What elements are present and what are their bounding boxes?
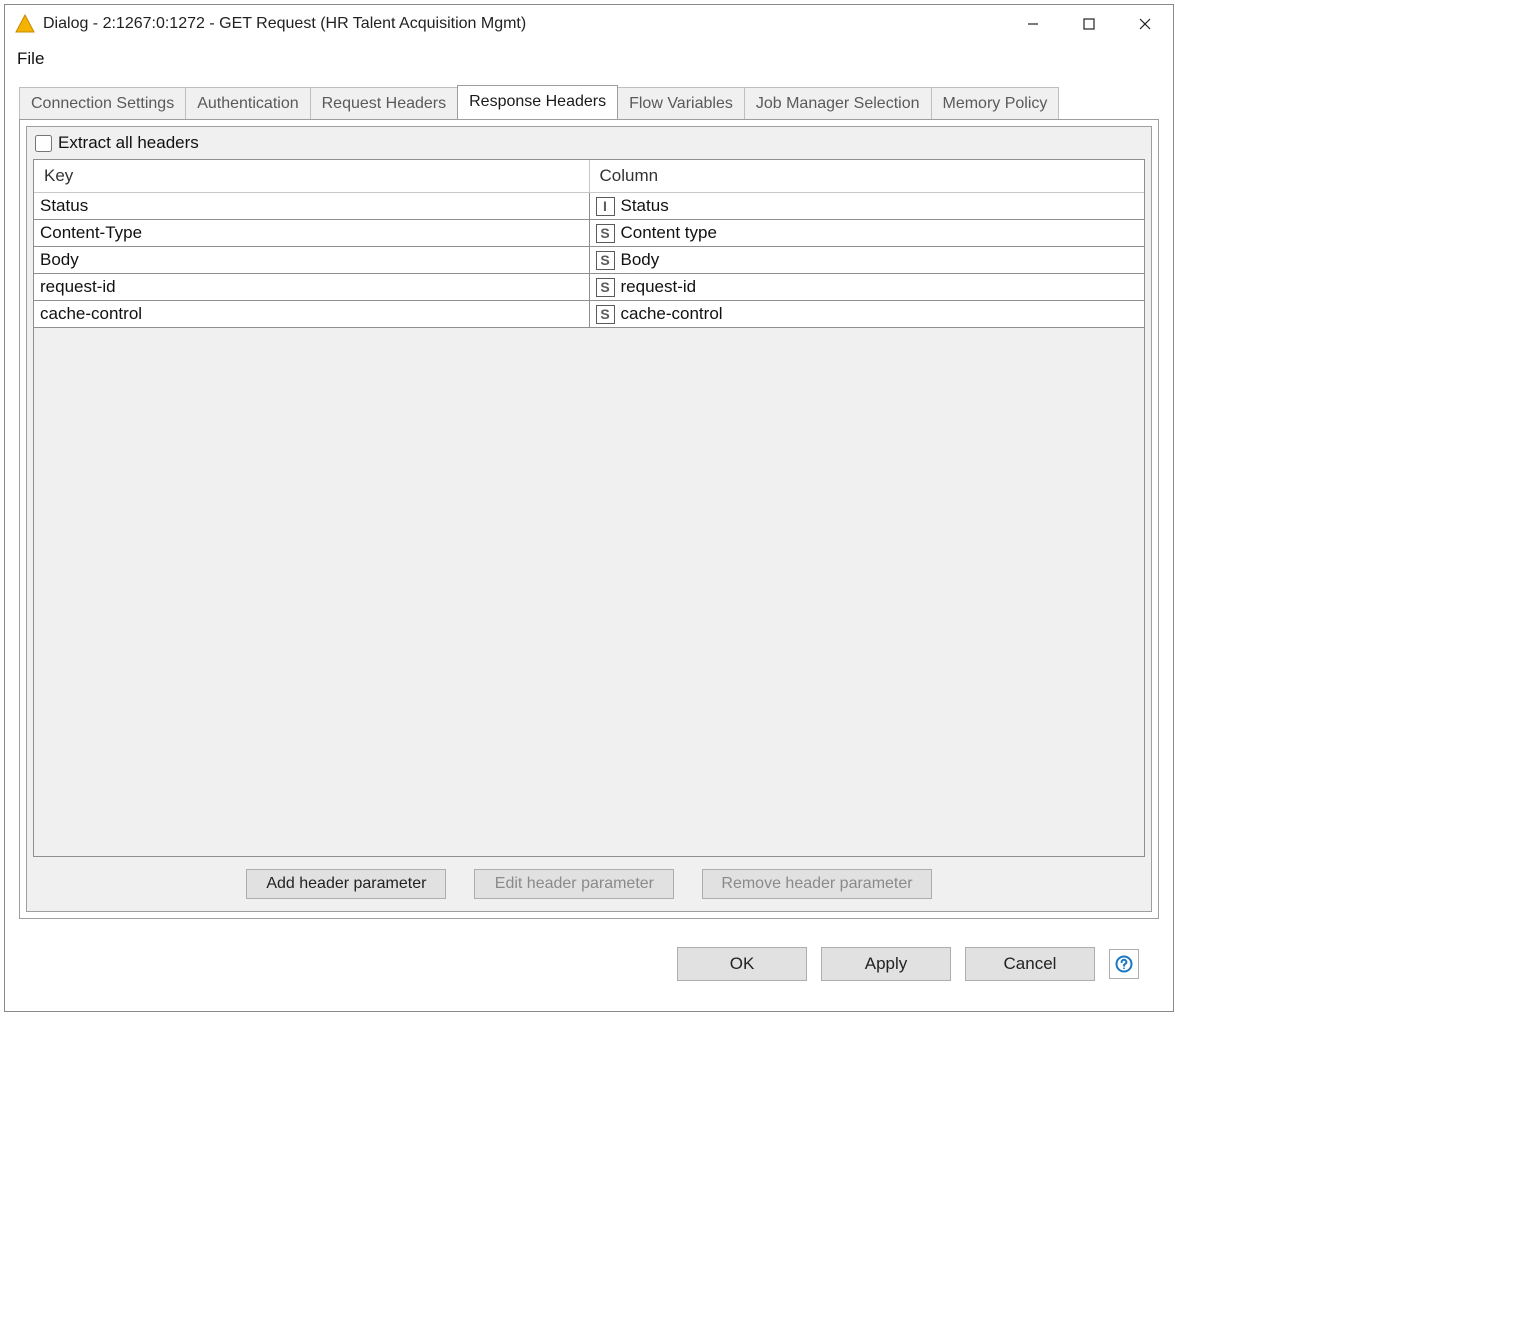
remove-header-parameter-button[interactable]: Remove header parameter xyxy=(702,869,931,899)
cell-key: Content-Type xyxy=(34,220,589,247)
cell-key: Body xyxy=(34,247,589,274)
edit-header-parameter-button[interactable]: Edit header parameter xyxy=(474,869,674,899)
tab-connection-settings[interactable]: Connection Settings xyxy=(19,87,186,120)
type-badge-icon: S xyxy=(596,278,615,297)
app-icon xyxy=(15,14,35,34)
table-row[interactable]: Body S Body xyxy=(34,247,1144,274)
cell-column: Srequest-id xyxy=(589,274,1144,301)
cell-key: cache-control xyxy=(34,301,589,328)
add-header-parameter-button[interactable]: Add header parameter xyxy=(246,869,446,899)
window-controls xyxy=(1005,5,1173,43)
table-row[interactable]: request-idSrequest-id xyxy=(34,274,1144,301)
close-button[interactable] xyxy=(1117,5,1173,43)
tab-request-headers[interactable]: Request Headers xyxy=(310,87,459,120)
cell-column-label: Status xyxy=(621,196,669,215)
headers-table-wrap: Key Column StatusIStatusContent-TypeSCon… xyxy=(33,159,1145,857)
cell-column: Scache-control xyxy=(589,301,1144,328)
table-row[interactable]: Status I Status xyxy=(34,193,1144,220)
table-empty-area xyxy=(34,328,1144,856)
tab-flow-variables[interactable]: Flow Variables xyxy=(617,87,745,120)
type-badge-icon: S xyxy=(596,305,615,324)
cell-column: S Content type xyxy=(589,220,1144,247)
extract-all-headers-checkbox[interactable] xyxy=(35,135,52,152)
cell-column: I Status xyxy=(589,193,1144,220)
tab-authentication[interactable]: Authentication xyxy=(185,87,310,120)
dialog-footer: OK Apply Cancel xyxy=(19,919,1159,997)
header-actions-row: Add header parameter Edit header paramet… xyxy=(27,857,1151,911)
cell-column-label: request-id xyxy=(621,277,697,296)
cell-column-label: Body xyxy=(621,250,660,269)
headers-table-head-row: Key Column xyxy=(34,160,1144,193)
column-header-column[interactable]: Column xyxy=(589,160,1144,193)
cell-column: S Body xyxy=(589,247,1144,274)
help-button[interactable] xyxy=(1109,949,1139,979)
headers-table: Key Column StatusIStatusContent-TypeSCon… xyxy=(34,160,1144,328)
extract-all-headers-row: Extract all headers xyxy=(27,127,1151,159)
tab-panel-response-headers: Extract all headers Key Column StatusISt… xyxy=(19,119,1159,919)
tab-memory-policy[interactable]: Memory Policy xyxy=(931,87,1060,120)
cancel-button[interactable]: Cancel xyxy=(965,947,1095,981)
cell-column-label: Content type xyxy=(621,223,717,242)
table-row[interactable]: Content-Type S Content type xyxy=(34,220,1144,247)
cell-column-label: cache-control xyxy=(621,304,723,323)
type-badge-icon: I xyxy=(596,197,615,216)
extract-all-headers-label: Extract all headers xyxy=(58,133,199,153)
table-row[interactable]: cache-controlScache-control xyxy=(34,301,1144,328)
panel-inner: Extract all headers Key Column StatusISt… xyxy=(26,126,1152,912)
menu-file[interactable]: File xyxy=(17,49,44,68)
dialog-window: Dialog - 2:1267:0:1272 - GET Request (HR… xyxy=(4,4,1174,1012)
client-area: Connection SettingsAuthenticationRequest… xyxy=(5,85,1173,1011)
tab-response-headers[interactable]: Response Headers xyxy=(457,85,618,119)
column-header-key[interactable]: Key xyxy=(34,160,589,193)
cell-key: Status xyxy=(34,193,589,220)
type-badge-icon: S xyxy=(596,251,615,270)
menubar: File xyxy=(5,43,1173,79)
maximize-button[interactable] xyxy=(1061,5,1117,43)
type-badge-icon: S xyxy=(596,224,615,243)
minimize-button[interactable] xyxy=(1005,5,1061,43)
tab-job-manager-selection[interactable]: Job Manager Selection xyxy=(744,87,932,120)
apply-button[interactable]: Apply xyxy=(821,947,951,981)
ok-button[interactable]: OK xyxy=(677,947,807,981)
cell-key: request-id xyxy=(34,274,589,301)
window-title: Dialog - 2:1267:0:1272 - GET Request (HR… xyxy=(43,15,1005,33)
tab-strip: Connection SettingsAuthenticationRequest… xyxy=(19,85,1159,119)
titlebar: Dialog - 2:1267:0:1272 - GET Request (HR… xyxy=(5,5,1173,43)
